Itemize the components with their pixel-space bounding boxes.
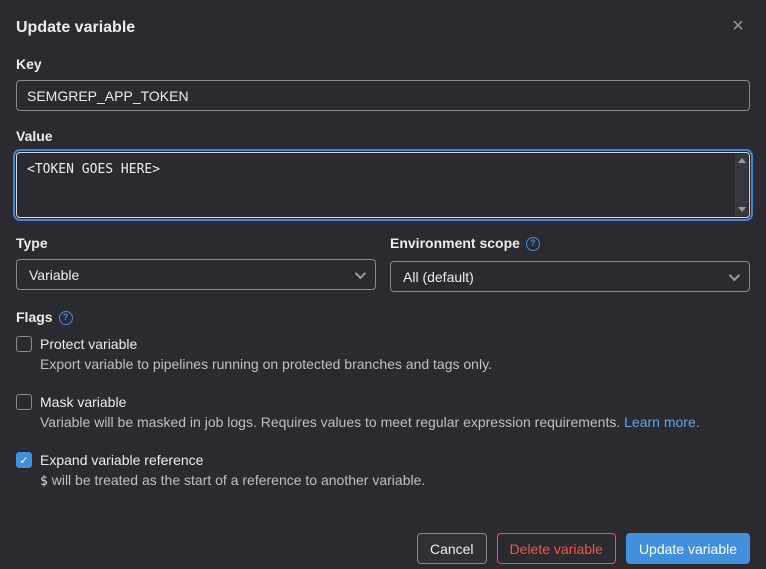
value-field-group: Value <TOKEN GOES HERE> bbox=[16, 128, 750, 218]
chevron-down-icon bbox=[355, 267, 366, 278]
cancel-button[interactable]: Cancel bbox=[417, 533, 487, 564]
type-selected-value: Variable bbox=[29, 267, 79, 283]
type-environment-row: Type Variable Environment scope ? All (d… bbox=[16, 235, 750, 292]
environment-selected-value: All (default) bbox=[403, 269, 474, 285]
environment-field-group: Environment scope ? All (default) bbox=[390, 235, 750, 292]
key-field-group: Key bbox=[16, 56, 750, 111]
protect-variable-checkbox[interactable]: ✓ bbox=[16, 336, 32, 352]
mask-variable-label[interactable]: Mask variable bbox=[40, 393, 126, 411]
close-icon[interactable]: × bbox=[726, 14, 750, 38]
modal-footer: Cancel Delete variable Update variable bbox=[16, 533, 750, 564]
expand-variable-checkbox[interactable]: ✓ bbox=[16, 452, 32, 468]
type-label: Type bbox=[16, 235, 376, 252]
flags-label: Flags bbox=[16, 309, 53, 326]
mask-variable-description-text: Variable will be masked in job logs. Req… bbox=[40, 414, 620, 430]
environment-select[interactable]: All (default) bbox=[390, 261, 750, 292]
delete-variable-button[interactable]: Delete variable bbox=[497, 533, 616, 564]
mask-variable-group: ✓ Mask variable Variable will be masked … bbox=[16, 393, 750, 431]
key-input[interactable] bbox=[16, 80, 750, 111]
learn-more-link[interactable]: Learn more. bbox=[624, 414, 699, 430]
update-variable-modal: Update variable × Key Value <TOKEN GOES … bbox=[0, 0, 766, 569]
dollar-code: $ bbox=[40, 474, 48, 489]
chevron-down-icon bbox=[729, 269, 740, 280]
flags-section: Flags ? ✓ Protect variable Export variab… bbox=[16, 309, 750, 491]
mask-variable-checkbox[interactable]: ✓ bbox=[16, 394, 32, 410]
expand-variable-description-text: will be treated as the start of a refere… bbox=[52, 472, 426, 488]
value-text: <TOKEN GOES HERE> bbox=[17, 153, 749, 186]
expand-variable-label[interactable]: Expand variable reference bbox=[40, 451, 203, 469]
help-question-icon[interactable]: ? bbox=[59, 311, 73, 325]
environment-label: Environment scope bbox=[390, 235, 520, 252]
expand-variable-group: ✓ Expand variable reference $ will be tr… bbox=[16, 451, 750, 491]
type-field-group: Type Variable bbox=[16, 235, 376, 292]
protect-variable-group: ✓ Protect variable Export variable to pi… bbox=[16, 335, 750, 373]
value-label: Value bbox=[16, 128, 750, 145]
type-select[interactable]: Variable bbox=[16, 259, 376, 290]
expand-variable-description: $ will be treated as the start of a refe… bbox=[40, 471, 750, 491]
scroll-up-icon[interactable] bbox=[738, 158, 746, 163]
key-label: Key bbox=[16, 56, 750, 73]
protect-variable-description: Export variable to pipelines running on … bbox=[40, 355, 750, 373]
help-question-icon[interactable]: ? bbox=[526, 237, 540, 251]
mask-variable-description: Variable will be masked in job logs. Req… bbox=[40, 413, 750, 431]
value-textarea[interactable]: <TOKEN GOES HERE> bbox=[16, 152, 750, 218]
update-variable-button[interactable]: Update variable bbox=[626, 533, 750, 564]
protect-variable-label[interactable]: Protect variable bbox=[40, 335, 137, 353]
textarea-scrollbar[interactable] bbox=[735, 154, 748, 216]
scroll-down-icon[interactable] bbox=[738, 207, 746, 212]
modal-title: Update variable bbox=[16, 18, 750, 38]
